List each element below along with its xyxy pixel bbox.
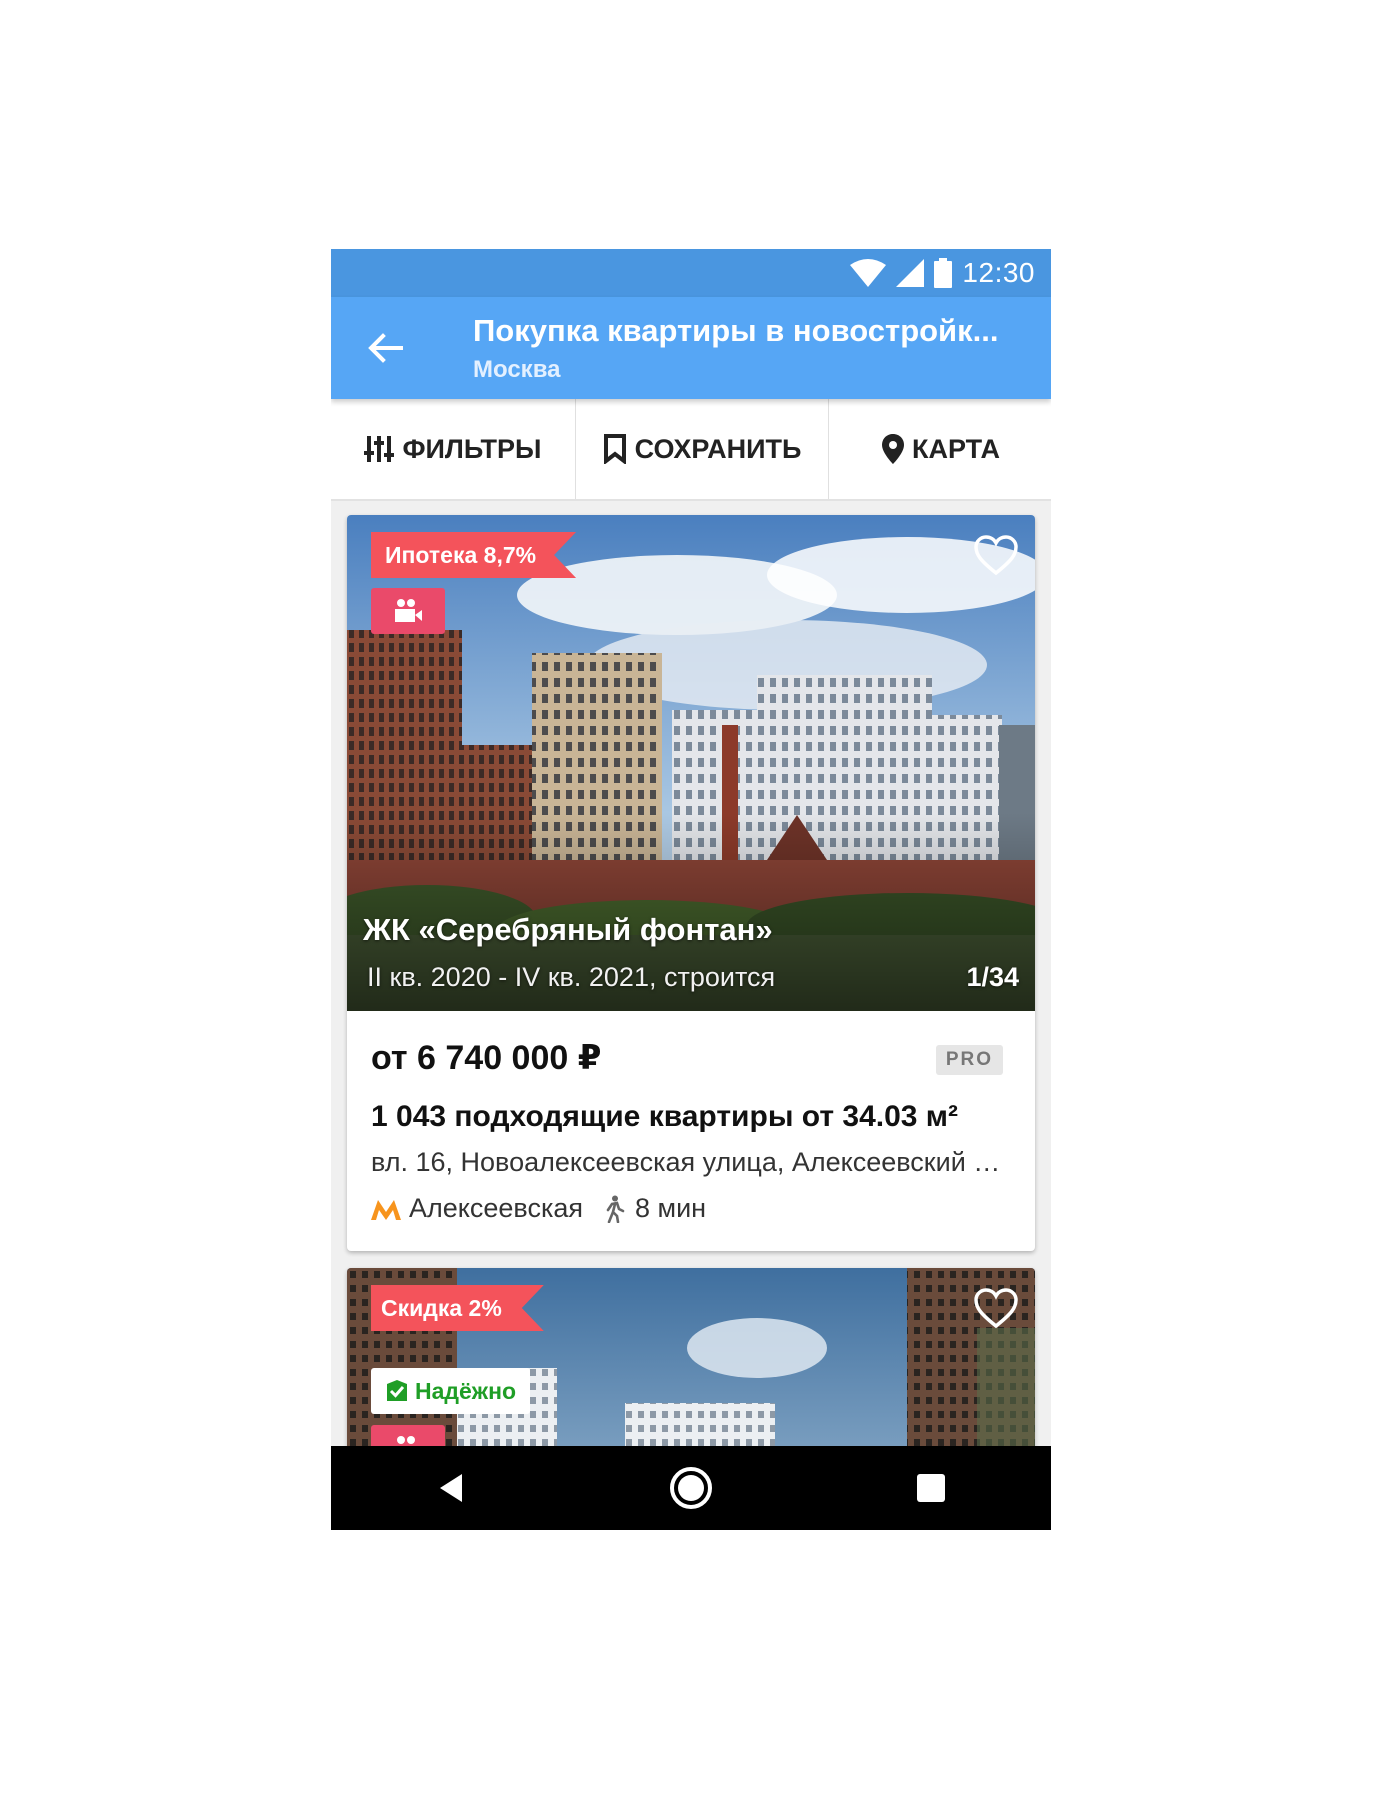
listing-card[interactable]: Ипотека 8,7% ЖК «Серебряный фонтан» II к…	[347, 515, 1035, 1251]
status-icons: 12:30	[850, 249, 1035, 297]
save-label: СОХРАНИТЬ	[634, 433, 802, 464]
walking-person-icon	[606, 1195, 625, 1223]
map-button[interactable]: КАРТА	[829, 399, 1051, 499]
square-recents-icon	[917, 1474, 945, 1502]
promo-ribbon: Скидка 2%	[371, 1285, 544, 1331]
metro-info: Алексеевская 8 мин	[371, 1193, 706, 1224]
pro-badge: PRO	[935, 1045, 1003, 1075]
photo-counter: 1/34	[966, 962, 1019, 992]
video-badge	[371, 588, 445, 634]
sliders-icon	[364, 436, 395, 462]
system-navigation-bar	[331, 1446, 1051, 1530]
listing-address: вл. 16, Новоалексеевская улица, Алексеев…	[371, 1147, 1011, 1177]
page-title: Покупка квартиры в новостройк...	[473, 313, 999, 348]
cellular-signal-icon	[896, 259, 925, 287]
wifi-icon	[850, 259, 887, 287]
favorite-heart-icon[interactable]	[973, 533, 1019, 579]
construction-dates: II кв. 2020 - IV кв. 2021, строится	[367, 962, 776, 992]
save-search-button[interactable]: СОХРАНИТЬ	[576, 399, 829, 499]
status-bar: 12:30	[331, 249, 1051, 297]
favorite-heart-icon[interactable]	[973, 1286, 1019, 1332]
app-bar: Покупка квартиры в новостройк... Москва	[331, 297, 1051, 399]
page-subtitle-city: Москва	[473, 356, 561, 383]
action-bar: ФИЛЬТРЫ СОХРАНИТЬ КАРТА	[331, 399, 1051, 501]
video-camera-icon	[395, 599, 422, 622]
bookmark-icon	[603, 434, 626, 464]
reliability-label: Надёжно	[415, 1377, 517, 1404]
listing-photo[interactable]: Ипотека 8,7% ЖК «Серебряный фонтан» II к…	[347, 515, 1035, 1011]
metro-logo-icon	[371, 1199, 401, 1220]
status-time: 12:30	[962, 257, 1035, 288]
nav-back-button[interactable]	[411, 1448, 491, 1528]
reliability-badge: Надёжно	[371, 1368, 531, 1414]
walk-time: 8 мин	[635, 1193, 707, 1223]
triangle-back-icon	[440, 1474, 462, 1502]
back-button[interactable]	[361, 324, 409, 372]
circle-home-icon	[670, 1467, 712, 1509]
matching-flats: 1 043 подходящие квартиры от 34.03 м²	[371, 1100, 958, 1133]
metro-station: Алексеевская	[409, 1193, 584, 1223]
battery-icon	[934, 258, 953, 288]
arrow-left-icon	[368, 333, 403, 363]
shield-check-icon	[387, 1380, 407, 1401]
map-pin-icon	[882, 434, 905, 464]
phone-screen: 12:30 Покупка квартиры в новостройк... М…	[331, 249, 1051, 1530]
map-label: КАРТА	[912, 433, 1000, 464]
complex-name: ЖК «Серебряный фонтан»	[363, 912, 773, 947]
nav-home-button[interactable]	[651, 1448, 731, 1528]
filters-label: ФИЛЬТРЫ	[402, 433, 542, 464]
nav-recents-button[interactable]	[891, 1448, 971, 1528]
promo-ribbon: Ипотека 8,7%	[371, 532, 576, 578]
filters-button[interactable]: ФИЛЬТРЫ	[331, 399, 576, 499]
listing-price: от 6 740 000 ₽	[371, 1039, 602, 1077]
